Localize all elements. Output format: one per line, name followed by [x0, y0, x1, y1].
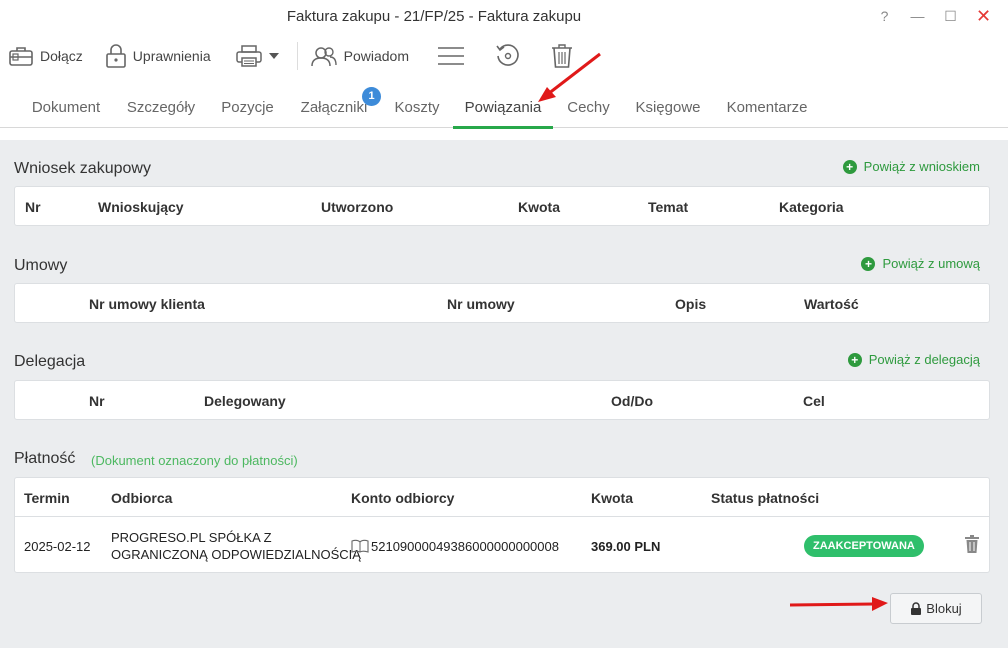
- status-badge: ZAAKCEPTOWANA: [804, 535, 924, 557]
- chevron-down-icon: [268, 53, 279, 59]
- tab-costs[interactable]: Koszty: [393, 88, 441, 128]
- tab-bar: Dokument Szczegóły Pozycje Załączniki 1 …: [0, 87, 1008, 129]
- purchase-request-table: Nr Wnioskujący Utworzono Kwota Temat Kat…: [14, 186, 990, 226]
- notify-button[interactable]: Powiadom: [302, 38, 417, 74]
- close-icon[interactable]: ✕: [967, 4, 1000, 28]
- tab-attachments[interactable]: Załączniki: [298, 88, 370, 128]
- payment-note: (Dokument oznaczony do płatności): [91, 453, 298, 468]
- contracts-title: Umowy: [14, 257, 68, 274]
- column-header: Wnioskujący: [98, 199, 184, 215]
- title-bar: Faktura zakupu - 21/FP/25 - Faktura zaku…: [0, 0, 1008, 34]
- tab-items[interactable]: Pozycje: [220, 88, 275, 128]
- delegation-table: Nr Delegowany Od/Do Cel: [14, 380, 990, 420]
- menu-button[interactable]: [417, 38, 479, 74]
- history-icon: [496, 44, 519, 66]
- amount: 369.00 PLN: [591, 539, 661, 554]
- column-header: Kwota: [518, 199, 560, 215]
- column-header: Konto odbiorcy: [351, 490, 455, 506]
- column-header: Wartość: [804, 296, 859, 312]
- column-header: Nr: [89, 393, 105, 409]
- column-header: Od/Do: [611, 393, 653, 409]
- column-header: Kategoria: [779, 199, 844, 215]
- recipient-line2: OGRANICZONĄ ODPOWIEDZIALNOŚCIĄ: [111, 547, 361, 562]
- payment-title: Płatność: [14, 450, 76, 467]
- printer-icon: [235, 45, 262, 67]
- link-purchase-request-button[interactable]: + Powiąż z wnioskiem: [842, 159, 980, 174]
- attach-label: Dołącz: [40, 48, 83, 64]
- print-button[interactable]: [219, 38, 293, 74]
- column-header: Temat: [648, 199, 689, 215]
- column-header: Opis: [675, 296, 707, 312]
- plus-circle-icon: +: [861, 256, 876, 271]
- history-button[interactable]: [479, 38, 535, 74]
- permissions-button[interactable]: Uprawnienia: [91, 38, 219, 74]
- column-header: Odbiorca: [111, 490, 173, 506]
- plus-circle-icon: +: [842, 159, 857, 174]
- column-header: Cel: [803, 393, 825, 409]
- minimize-icon[interactable]: —: [901, 4, 934, 28]
- link-delegation-label: Powiąż z delegacją: [868, 352, 980, 367]
- payment-table: Termin Odbiorca Konto odbiorcy Kwota Sta…: [14, 477, 990, 573]
- column-header: Nr umowy klienta: [89, 296, 205, 312]
- attach-button[interactable]: Dołącz: [0, 38, 91, 74]
- briefcase-icon: [9, 47, 33, 66]
- link-contract-button[interactable]: + Powiąż z umową: [861, 256, 980, 271]
- tab-details[interactable]: Szczegóły: [125, 88, 197, 128]
- annotation-arrow-icon: [789, 597, 888, 611]
- column-header: Nr umowy: [447, 296, 515, 312]
- maximize-icon[interactable]: ☐: [934, 4, 967, 28]
- delegation-title: Delegacja: [14, 353, 86, 370]
- attachments-count-badge: 1: [362, 87, 381, 106]
- column-header: Nr: [25, 199, 41, 215]
- toolbar-divider: [296, 42, 298, 70]
- due-date: 2025-02-12: [24, 539, 91, 554]
- tab-document[interactable]: Dokument: [30, 88, 102, 128]
- hamburger-icon: [438, 47, 464, 65]
- link-contract-label: Powiąż z umową: [882, 256, 980, 271]
- annotation-arrow-icon: [538, 52, 601, 102]
- plus-circle-icon: +: [847, 352, 862, 367]
- window-title: Faktura zakupu - 21/FP/25 - Faktura zaku…: [286, 8, 582, 25]
- recipient-account: 52109000049386000000000008: [371, 539, 559, 554]
- purchase-request-title: Wniosek zakupowy: [14, 160, 151, 177]
- permissions-label: Uprawnienia: [132, 48, 211, 64]
- help-icon[interactable]: ?: [868, 4, 901, 28]
- lock-icon: [911, 602, 922, 615]
- tab-accounting[interactable]: Księgowe: [634, 88, 702, 128]
- window-controls: ? — ☐ ✕: [868, 4, 1000, 28]
- trash-icon[interactable]: [965, 535, 979, 553]
- block-payment-label: Blokuj: [926, 601, 962, 616]
- book-icon: [351, 539, 369, 553]
- tab-comments[interactable]: Komentarze: [725, 88, 809, 128]
- block-payment-button[interactable]: Blokuj: [890, 593, 982, 624]
- lock-icon: [105, 44, 126, 68]
- column-header: Utworzono: [321, 199, 394, 215]
- column-header: Status płatności: [711, 490, 820, 506]
- contracts-table: Nr umowy klienta Nr umowy Opis Wartość: [14, 283, 990, 323]
- notify-label: Powiadom: [343, 48, 409, 64]
- users-icon: [310, 47, 337, 67]
- link-purchase-request-label: Powiąż z wnioskiem: [863, 159, 980, 174]
- column-header: Kwota: [591, 490, 633, 506]
- recipient-line1: PROGRESO.PL SPÓŁKA Z: [111, 530, 272, 545]
- column-header: Termin: [24, 490, 70, 506]
- link-delegation-button[interactable]: + Powiąż z delegacją: [847, 352, 980, 367]
- table-row[interactable]: 2025-02-12 PROGRESO.PL SPÓŁKA Z OGRANICZ…: [15, 517, 989, 573]
- relations-panel: Wniosek zakupowy + Powiąż z wnioskiem Nr…: [0, 140, 1008, 648]
- toolbar: Dołącz Uprawnienia Powiadom: [0, 38, 587, 74]
- column-header: Delegowany: [204, 393, 286, 409]
